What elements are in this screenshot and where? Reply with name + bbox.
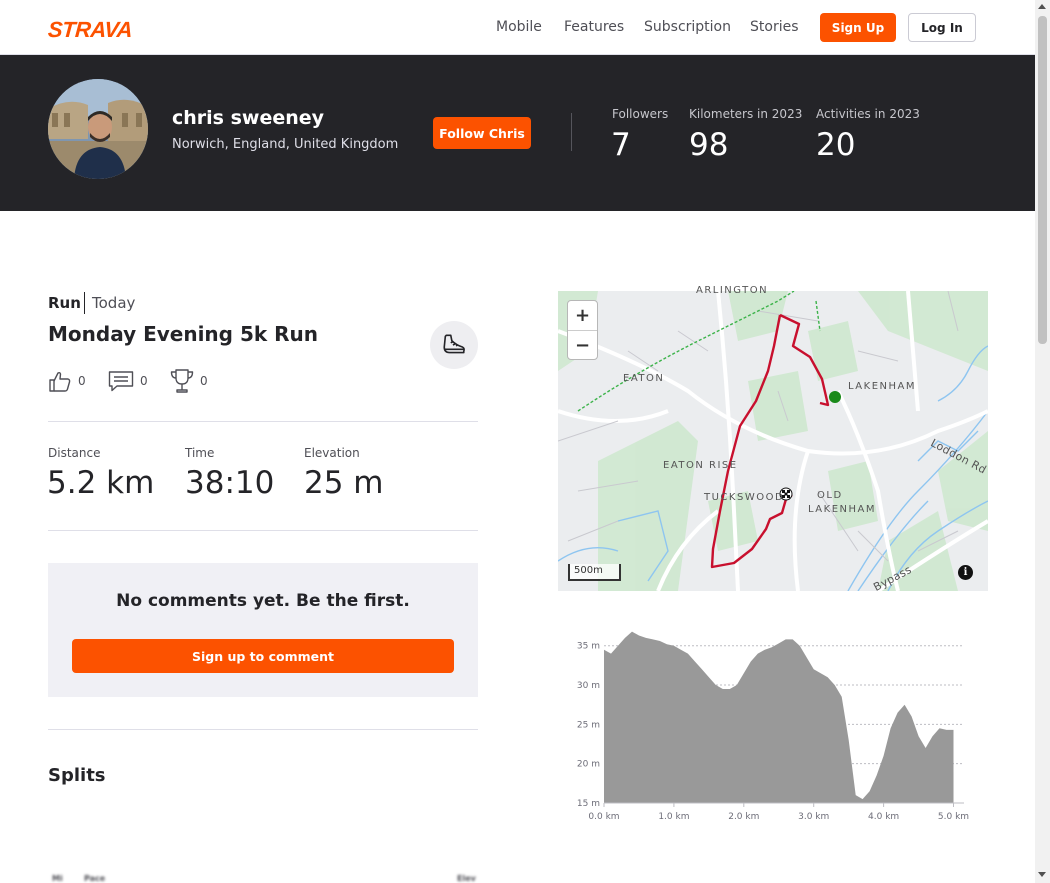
map-label-old-lakenham: LAKENHAM	[808, 504, 876, 515]
y-tick-label: 15 m	[577, 799, 600, 809]
elevation-area	[604, 631, 954, 803]
comment-icon	[108, 371, 134, 392]
activity-title: Monday Evening 5k Run	[48, 322, 319, 346]
time-label: Time	[185, 446, 215, 460]
distance-label: Distance	[48, 446, 101, 460]
elevation-label: Elevation	[304, 446, 360, 460]
map-label-old: OLD	[817, 490, 843, 501]
elevation-chart-svg: 15 m 20 m 25 m 30 m 35 m 0.0 km 1.0 km 2.0 km 3.…	[577, 631, 969, 822]
thumbs-up-icon	[49, 371, 71, 392]
page-scrollbar[interactable]	[1035, 0, 1050, 883]
kilometers-label: Kilometers in 2023	[689, 107, 803, 121]
activities-value: 20	[816, 127, 856, 163]
nav-link-subscription[interactable]: Subscription	[644, 19, 731, 35]
trophy-icon	[170, 369, 194, 393]
map-info-icon[interactable]: i	[958, 565, 973, 580]
achievements-count: 0	[200, 374, 208, 388]
kudos-group[interactable]: 0	[48, 368, 86, 394]
scroll-up-arrow-icon[interactable]	[1038, 4, 1046, 9]
strava-logo[interactable]: STRAVA	[47, 17, 133, 43]
kilometers-value: 98	[689, 127, 729, 163]
athlete-name[interactable]: chris sweeney	[172, 107, 324, 129]
comments-panel: No comments yet. Be the first. Sign up t…	[48, 563, 478, 697]
map-label-lakenham: LAKENHAM	[848, 381, 916, 392]
distance-value: 5.2 km	[47, 465, 155, 501]
zoom-out-button[interactable]: −	[568, 331, 597, 360]
run-shoe-icon	[443, 334, 465, 354]
map-zoom-control: + −	[567, 300, 598, 360]
scroll-down-arrow-icon[interactable]	[1038, 872, 1046, 877]
activity-type-separator	[84, 292, 85, 314]
x-tick-label: 0.0 km	[588, 812, 619, 822]
elevation-chart[interactable]: 15 m 20 m 25 m 30 m 35 m 0.0 km 1.0 km 2.0 km 3.…	[558, 630, 988, 830]
signup-to-comment-button[interactable]: Sign up to comment	[72, 639, 454, 673]
nav-link-features[interactable]: Features	[564, 19, 624, 35]
time-value: 38:10	[185, 465, 275, 501]
y-tick-label: 35 m	[577, 642, 600, 652]
run-shoe-badge	[430, 321, 478, 369]
nav-link-mobile[interactable]: Mobile	[496, 19, 542, 35]
route-map[interactable]	[558, 291, 988, 591]
splits-header-mi: Mi	[52, 874, 63, 883]
header-divider	[571, 113, 572, 151]
kudos-count: 0	[78, 374, 86, 388]
y-tick-label: 30 m	[577, 681, 600, 691]
athlete-location: Norwich, England, United Kingdom	[172, 137, 399, 152]
map-scale-bar: 500m	[568, 564, 621, 581]
top-nav: STRAVA Mobile Features Subscription Stor…	[0, 0, 1035, 55]
start-marker	[829, 391, 841, 403]
y-tick-label: 25 m	[577, 720, 600, 730]
no-comments-text: No comments yet. Be the first.	[116, 591, 410, 611]
athlete-avatar[interactable]	[48, 79, 148, 179]
follow-button[interactable]: Follow Chris	[433, 117, 531, 149]
activity-date: Today	[92, 294, 136, 312]
x-tick-label: 3.0 km	[798, 812, 829, 822]
x-tick-label: 5.0 km	[938, 812, 969, 822]
nav-link-stories[interactable]: Stories	[750, 19, 799, 35]
x-tick-label: 4.0 km	[868, 812, 899, 822]
followers-value: 7	[611, 127, 631, 163]
map-label-eaton-rise: EATON RISE	[663, 460, 738, 471]
comments-group[interactable]: 0	[108, 368, 148, 394]
elevation-value: 25 m	[304, 465, 384, 501]
splits-header-pace: Pace	[84, 874, 106, 883]
followers-label: Followers	[612, 107, 669, 121]
signup-button[interactable]: Sign Up	[820, 13, 896, 42]
map-canvas	[558, 291, 988, 591]
activities-label: Activities in 2023	[816, 107, 920, 121]
y-tick-label: 20 m	[577, 760, 600, 770]
comments-count: 0	[140, 374, 148, 388]
splits-heading: Splits	[48, 765, 106, 786]
x-tick-label: 1.0 km	[658, 812, 689, 822]
map-label-arlington: ARLINGTON	[696, 285, 769, 296]
scrollbar-thumb[interactable]	[1038, 16, 1047, 344]
map-label-eaton: EATON	[623, 373, 665, 384]
zoom-in-button[interactable]: +	[568, 301, 597, 330]
map-label-tuckswood: TUCKSWOOD	[704, 492, 785, 503]
login-button[interactable]: Log In	[908, 13, 976, 42]
splits-header-elev: Elev	[457, 874, 476, 883]
x-tick-label: 2.0 km	[728, 812, 759, 822]
divider	[48, 530, 478, 531]
divider	[48, 729, 478, 730]
achievements-group[interactable]: 0	[170, 368, 208, 394]
activity-type: Run	[48, 294, 81, 312]
divider	[48, 421, 478, 422]
